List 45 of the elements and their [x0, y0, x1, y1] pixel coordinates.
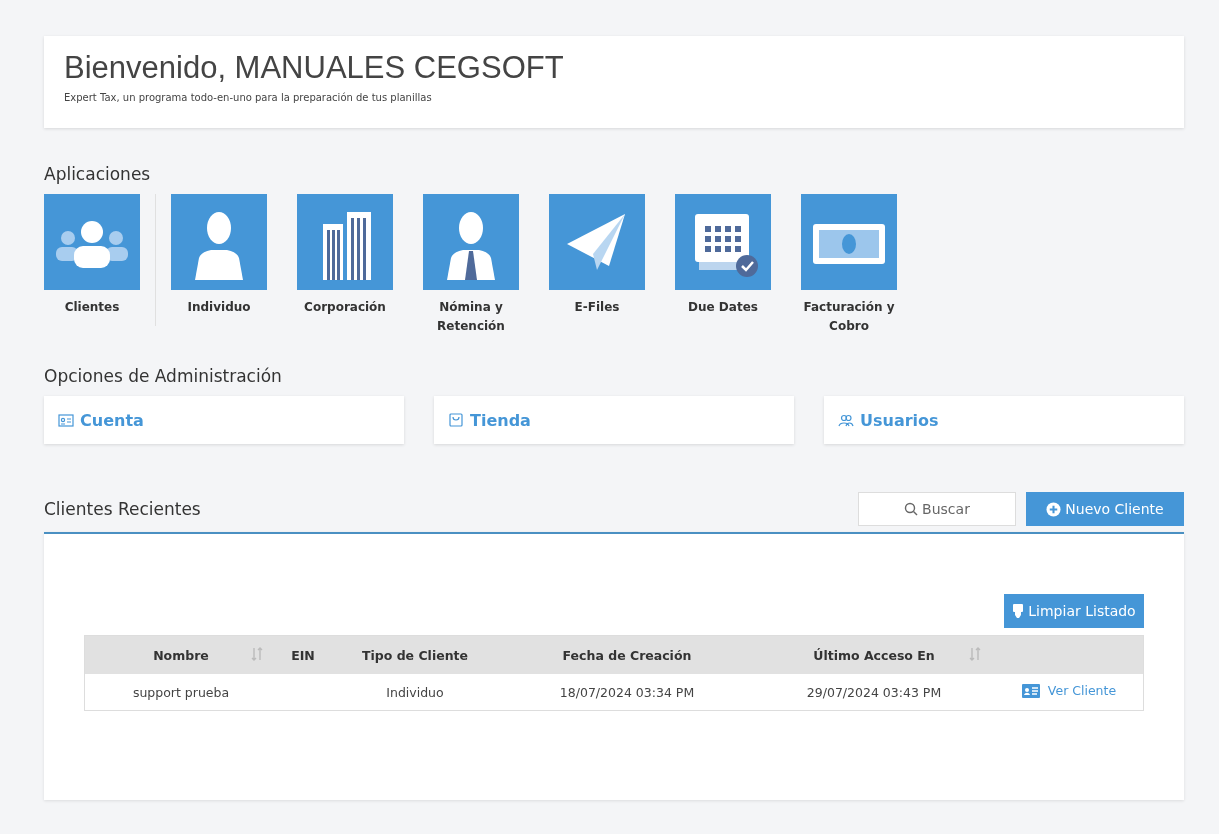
- admin-option-card[interactable]: Cuenta: [44, 396, 404, 444]
- app-tile[interactable]: [297, 194, 393, 290]
- table-cell: 29/07/2024 03:43 PM: [806, 684, 942, 700]
- admin-option-label[interactable]: Usuarios: [860, 410, 939, 430]
- column-header: Tipo de Cliente: [361, 647, 469, 663]
- app-label[interactable]: Clientes: [64, 298, 120, 317]
- id-card-icon: [1021, 683, 1040, 698]
- table-cell: 18/07/2024 03:34 PM: [559, 684, 695, 700]
- table-cell: support prueba: [132, 684, 230, 700]
- admin-option-label[interactable]: Tienda: [470, 410, 531, 430]
- search-button[interactable]: Buscar: [858, 492, 1016, 526]
- brush-icon: [1012, 603, 1025, 619]
- column-header: EIN: [291, 647, 315, 663]
- welcome-subtitle: Expert Tax, un programa todo-en-uno para la preparación de tus planillas: [64, 92, 433, 103]
- app-label[interactable]: Facturación y Cobro: [801, 298, 897, 336]
- id-card-icon: [58, 412, 74, 428]
- welcome-title: Bienvenido, MANUALES CEGSOFT: [64, 50, 565, 86]
- new-client-button[interactable]: Nuevo Cliente: [1026, 492, 1184, 526]
- app-tile[interactable]: [171, 194, 267, 290]
- app-label[interactable]: E-Files: [574, 298, 620, 317]
- table-cell: Individuo: [386, 684, 444, 700]
- column-header: Nombre: [153, 647, 209, 663]
- admin-option-card[interactable]: Usuarios: [824, 396, 1184, 444]
- column-header: Fecha de Creación: [562, 647, 692, 663]
- users-icon: [838, 412, 854, 428]
- bag-icon: [448, 412, 464, 428]
- clear-list-button[interactable]: Limpiar Listado: [1004, 594, 1144, 628]
- app-label[interactable]: Nómina y Retención: [423, 298, 519, 336]
- column-header: Último Acceso En: [813, 647, 935, 663]
- app-label[interactable]: Individuo: [187, 298, 251, 317]
- app-label[interactable]: Corporación: [304, 298, 386, 317]
- view-client-link[interactable]: Ver Cliente: [1021, 683, 1117, 699]
- admin-option-label[interactable]: Cuenta: [80, 410, 144, 430]
- app-tile[interactable]: [44, 194, 140, 290]
- app-tile[interactable]: [675, 194, 771, 290]
- plus-circle-icon: [1046, 501, 1062, 517]
- section-title: Opciones de Administración: [44, 366, 283, 386]
- app-label[interactable]: Due Dates: [688, 298, 758, 317]
- section-title: Aplicaciones: [44, 164, 152, 184]
- app-tile[interactable]: [801, 194, 897, 290]
- admin-option-card[interactable]: Tienda: [434, 396, 794, 444]
- search-icon: [904, 502, 919, 516]
- section-title: Clientes Recientes: [44, 499, 201, 519]
- app-tile[interactable]: [423, 194, 519, 290]
- app-tile[interactable]: [549, 194, 645, 290]
